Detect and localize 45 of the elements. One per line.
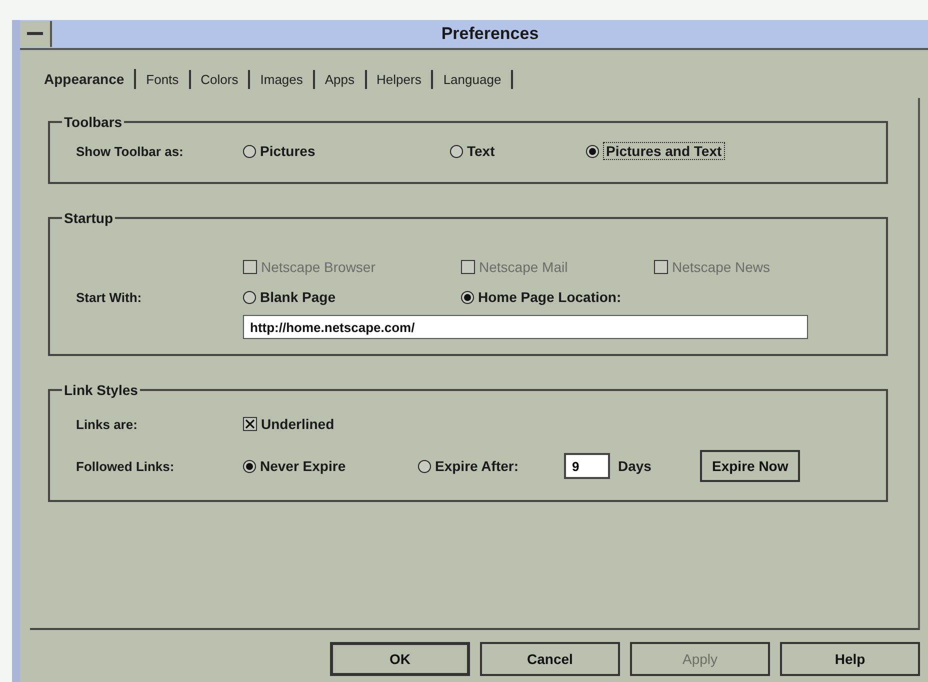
radio-button[interactable] [461,290,474,304]
radio-button[interactable] [450,144,463,158]
tab[interactable]: Language [433,70,514,88]
radio-label: Expire After: [435,458,519,474]
expire-now-button[interactable]: Expire Now [700,450,800,482]
field-label: Links are: [76,416,138,432]
radio-button[interactable] [418,460,431,472]
radio-button[interactable] [586,144,599,158]
system-menu-icon[interactable] [20,21,52,47]
radio-label: Home Page Location: [478,289,622,305]
tab[interactable]: Colors [190,70,250,88]
url-field[interactable]: http://home.netscape.com/ [243,315,808,339]
dialog-button[interactable]: Help [780,642,920,676]
checkbox-label: Netscape Browser [261,259,376,275]
dialog-button[interactable]: OK [330,642,470,676]
days-label: Days [617,458,652,474]
tab[interactable]: Appearance [34,69,136,89]
tab[interactable]: Fonts [136,70,191,88]
days-field[interactable]: 9 [564,453,610,479]
tab[interactable]: Images [250,70,315,88]
radio-label: Text [467,143,495,159]
group-title: Startup [63,210,114,226]
checkbox-label: Netscape Mail [479,259,568,275]
tab[interactable]: Apps [314,70,367,88]
checkbox[interactable] [243,260,257,274]
window-title: Preferences [440,24,540,44]
checkbox[interactable] [243,417,257,431]
group-title: Toolbars [63,114,124,130]
radio-label: Blank Page [260,289,336,305]
dialog-button[interactable]: Cancel [480,642,620,676]
radio-label: Pictures [260,143,316,159]
radio-button[interactable] [243,144,256,158]
tab[interactable]: Helpers [366,70,434,88]
checkbox-label: Netscape News [672,259,770,275]
field-label: Followed Links: [76,458,176,474]
checkbox[interactable] [654,260,668,274]
checkbox[interactable] [461,260,475,274]
radio-button[interactable] [243,290,256,304]
radio-button[interactable] [243,460,256,472]
radio-label: Never Expire [260,458,346,474]
field-label: Start With: [76,290,143,304]
field-label: Show Toolbar as: [76,144,184,158]
group-title: Link Styles [63,382,139,398]
radio-label: Pictures and Text [603,142,725,160]
checkbox-label: Underlined [261,416,334,432]
